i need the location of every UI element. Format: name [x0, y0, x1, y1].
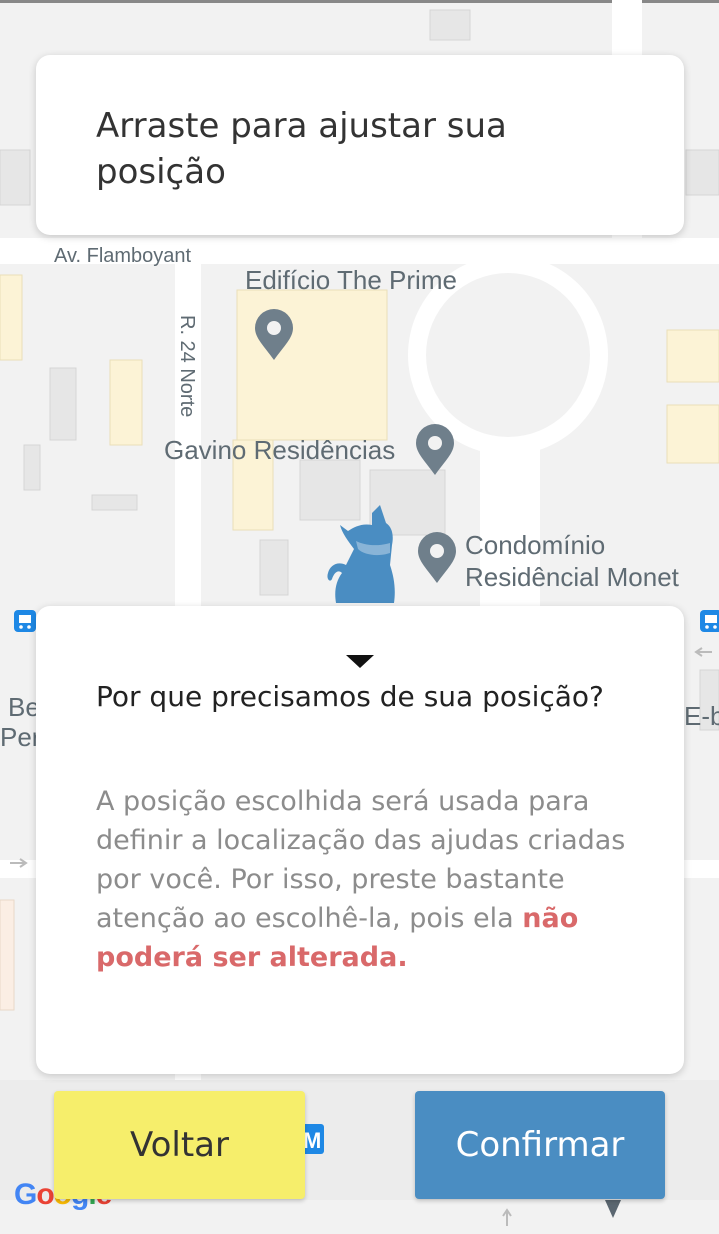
bus-stop-icon[interactable]: [700, 610, 719, 632]
google-logo-letter: o: [36, 1178, 54, 1211]
bus-stop-icon[interactable]: [14, 610, 36, 632]
confirm-button[interactable]: Confirmar: [415, 1091, 665, 1199]
place-label-partial: Per: [0, 722, 41, 752]
building: [0, 149, 31, 206]
building: [259, 539, 289, 596]
info-heading: Por que precisamos de sua posição?: [96, 680, 604, 713]
info-card: Por que precisamos de sua posição? A pos…: [36, 606, 684, 1074]
building: [49, 367, 77, 441]
building: [685, 149, 719, 196]
place-label: Residêncial Monet: [465, 562, 680, 592]
place-label: Gavino Residências: [164, 435, 395, 465]
building: [429, 9, 471, 41]
info-body: A posição escolhida será usada para defi…: [96, 782, 636, 977]
place-label: Condomínio: [465, 530, 605, 560]
building: [666, 329, 719, 383]
building: [299, 459, 361, 521]
building: [236, 289, 388, 441]
building: [666, 404, 719, 464]
metro-label: M: [303, 1128, 321, 1153]
place-label: Edifício The Prime: [245, 265, 457, 295]
building: [0, 274, 23, 361]
caret-down-icon[interactable]: [346, 655, 374, 668]
street-label: R. 24 Norte: [176, 315, 198, 417]
instruction-title: Arraste para ajustar sua posição: [96, 106, 507, 192]
back-button[interactable]: Voltar: [54, 1091, 305, 1199]
roundabout-center: [426, 273, 590, 437]
building: [109, 359, 143, 446]
building: [0, 899, 15, 1011]
street-label: Av. Flamboyant: [54, 245, 192, 267]
building: [91, 494, 138, 511]
place-label-partial: E-b: [684, 701, 719, 731]
instruction-card: Arraste para ajustar sua posição: [36, 55, 684, 235]
google-logo-letter: G: [14, 1178, 37, 1211]
building: [23, 444, 41, 491]
